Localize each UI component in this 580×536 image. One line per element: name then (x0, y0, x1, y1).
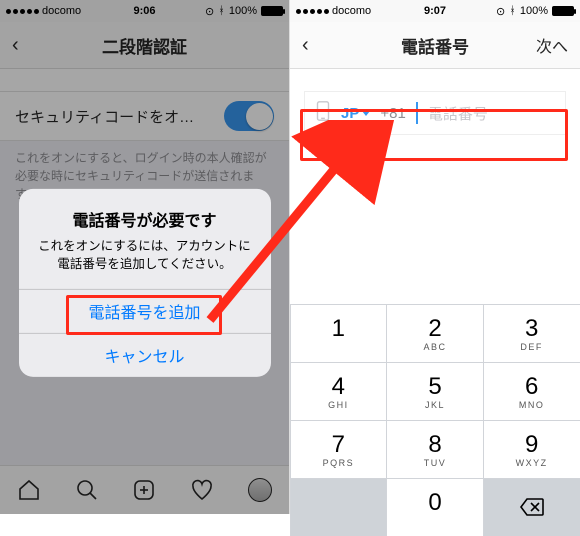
text-cursor (416, 102, 418, 124)
nav-bar: ‹ 電話番号 次へ (290, 22, 580, 69)
left-screen: docomo 9:06 ⊙ ᚼ 100% ‹ 二段階認証 セキュリティコードをオ… (0, 0, 290, 514)
keypad-blank (291, 479, 387, 536)
add-phone-button[interactable]: 電話番号を追加 (19, 289, 271, 333)
keypad-key-7[interactable]: 7PQRS (291, 421, 387, 478)
dial-prefix: +81 (380, 105, 405, 122)
chevron-left-icon: ‹ (302, 34, 309, 57)
keypad-key-8[interactable]: 8TUV (387, 421, 483, 478)
phone-number-field[interactable]: JP +81 電話番号 (304, 91, 566, 135)
keypad-key-9[interactable]: 9WXYZ (484, 421, 580, 478)
carrier-label: docomo (332, 5, 371, 17)
country-code-selector[interactable]: JP (341, 105, 370, 122)
battery-percent: 100% (520, 5, 548, 17)
keypad-key-0[interactable]: 0 (387, 479, 483, 536)
phone-placeholder: 電話番号 (428, 103, 488, 124)
alarm-icon: ⊙ (496, 5, 505, 18)
nav-title: 電話番号 (401, 33, 469, 58)
battery-icon (552, 6, 574, 16)
keypad-delete[interactable] (484, 479, 580, 536)
alert-message: これをオンにするには、アカウントに電話番号を追加してください。 (35, 237, 255, 273)
status-bar: docomo 9:07 ⊙ ᚼ 100% (290, 0, 580, 22)
alert-title: 電話番号が必要です (35, 207, 255, 231)
bluetooth-icon: ᚼ (509, 5, 516, 17)
keypad-key-5[interactable]: 5JKL (387, 363, 483, 420)
keypad-key-3[interactable]: 3DEF (484, 305, 580, 362)
right-screen: docomo 9:07 ⊙ ᚼ 100% ‹ 電話番号 次へ (290, 0, 580, 514)
backspace-icon (519, 497, 545, 517)
content: JP +81 電話番号 1 2ABC3DEF 4GHI5JKL6MNO 7PQRS8… (290, 91, 580, 536)
chevron-down-icon (362, 111, 370, 116)
keypad-key-4[interactable]: 4GHI (291, 363, 387, 420)
keypad-key-6[interactable]: 6MNO (484, 363, 580, 420)
next-button[interactable]: 次へ (524, 22, 580, 68)
cancel-button[interactable]: キャンセル (19, 333, 271, 377)
keypad-key-2[interactable]: 2ABC (387, 305, 483, 362)
numeric-keypad: 1 2ABC3DEF 4GHI5JKL6MNO 7PQRS8TUV9WXYZ0 (290, 304, 580, 536)
keypad-key-1[interactable]: 1 (291, 305, 387, 362)
status-time: 9:07 (424, 5, 446, 17)
phone-icon (315, 100, 331, 127)
back-button[interactable]: ‹ (290, 22, 321, 68)
phone-required-alert: 電話番号が必要です これをオンにするには、アカウントに電話番号を追加してください… (19, 189, 271, 377)
